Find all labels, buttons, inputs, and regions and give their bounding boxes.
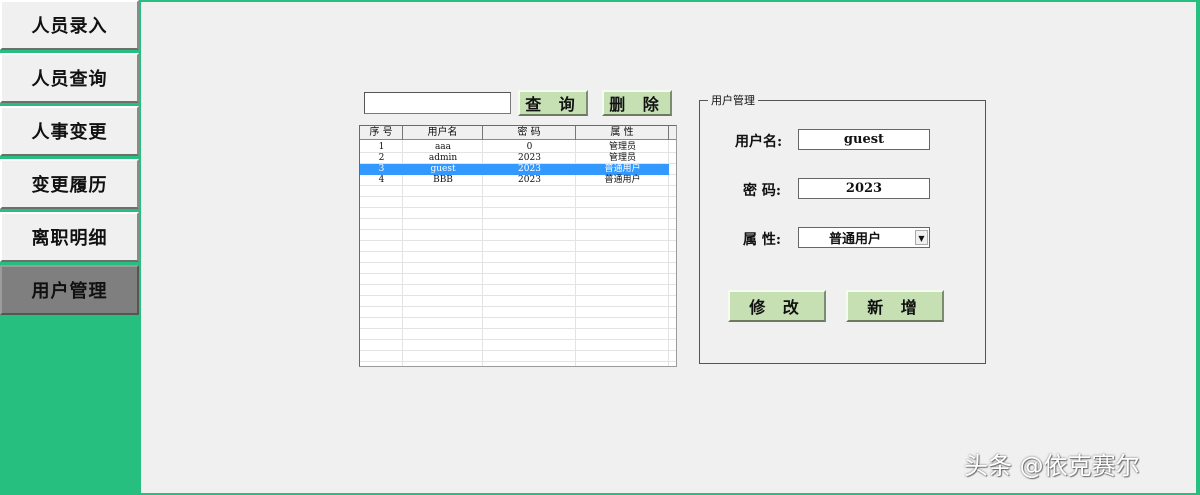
password-label: 密 码: (743, 183, 782, 199)
grid-hline (360, 317, 676, 318)
grid-hline (360, 207, 676, 208)
grid-hline (360, 229, 676, 230)
grid-hline (360, 339, 676, 340)
list-row[interactable]: 1 aaa 0 管理员 (360, 142, 676, 153)
grid-hline (360, 361, 676, 362)
cell-password: 2023 (518, 175, 541, 185)
grid-hline (360, 328, 676, 329)
delete-button[interactable]: 删 除 (602, 90, 672, 116)
grid-hline (360, 350, 676, 351)
grid-hline (360, 262, 676, 263)
nav-personnel-entry-button[interactable]: 人员录入 (0, 0, 139, 50)
list-header: 序 号 用户名 密 码 属 性 (360, 126, 676, 140)
cell-attribute: 管理员 (608, 153, 636, 163)
cell-password: 0 (526, 142, 533, 152)
list-row[interactable]: 4 BBB 2023 普通用户 (360, 175, 676, 186)
add-button[interactable]: 新 增 (846, 290, 944, 322)
column-header-index[interactable]: 序 号 (360, 126, 403, 140)
sidebar: 人员录入 人员查询 人事变更 变更履历 离职明细 用户管理 (0, 0, 141, 495)
cell-index: 3 (378, 164, 385, 174)
cell-password: 2023 (518, 153, 541, 163)
grid-hline (360, 306, 676, 307)
cell-username: BBB (433, 175, 453, 185)
column-header-username[interactable]: 用户名 (403, 126, 483, 140)
user-list[interactable]: 序 号 用户名 密 码 属 性 1 aaa 0 管理员 2 admin 2023… (359, 125, 677, 367)
grid-hline (360, 196, 676, 197)
username-field[interactable]: guest (798, 129, 930, 150)
query-button[interactable]: 查 询 (518, 90, 588, 116)
cell-username: admin (428, 153, 458, 163)
nav-user-management-button[interactable]: 用户管理 (0, 265, 139, 315)
cell-index: 1 (378, 142, 385, 152)
cell-password: 2023 (518, 164, 541, 174)
username-label: 用户名: (735, 134, 783, 150)
attribute-label: 属 性: (743, 232, 782, 248)
list-row-selected[interactable]: 3 guest 2023 普通用户 (360, 164, 669, 175)
password-field[interactable]: 2023 (798, 178, 930, 199)
grid-hline (360, 284, 676, 285)
cell-username: aaa (434, 142, 452, 152)
grid-hline (360, 273, 676, 274)
column-header-password[interactable]: 密 码 (483, 126, 576, 140)
grid-hline (360, 251, 676, 252)
modify-button[interactable]: 修 改 (728, 290, 826, 322)
cell-attribute: 普通用户 (604, 164, 641, 174)
column-header-attribute[interactable]: 属 性 (576, 126, 669, 140)
groupbox-title: 用户管理 (708, 92, 758, 108)
cell-index: 4 (378, 175, 385, 185)
nav-personnel-query-button[interactable]: 人员查询 (0, 53, 139, 103)
attribute-select-value: 普通用户 (829, 232, 882, 247)
nav-personnel-change-button[interactable]: 人事变更 (0, 106, 139, 156)
cell-username: guest (430, 164, 456, 174)
list-row[interactable]: 2 admin 2023 管理员 (360, 153, 676, 164)
grid-hline (360, 218, 676, 219)
cell-attribute: 管理员 (608, 142, 636, 152)
cell-attribute: 普通用户 (604, 175, 641, 185)
nav-resignation-detail-button[interactable]: 离职明细 (0, 212, 139, 262)
grid-hline (360, 240, 676, 241)
attribute-select[interactable]: 普通用户 ▼ (798, 227, 930, 248)
watermark-text: 头条 @依克赛尔 (964, 452, 1140, 480)
grid-hline (360, 295, 676, 296)
dropdown-arrow-icon[interactable]: ▼ (915, 230, 928, 245)
nav-change-history-button[interactable]: 变更履历 (0, 159, 139, 209)
search-input[interactable] (364, 92, 511, 114)
cell-index: 2 (378, 153, 385, 163)
